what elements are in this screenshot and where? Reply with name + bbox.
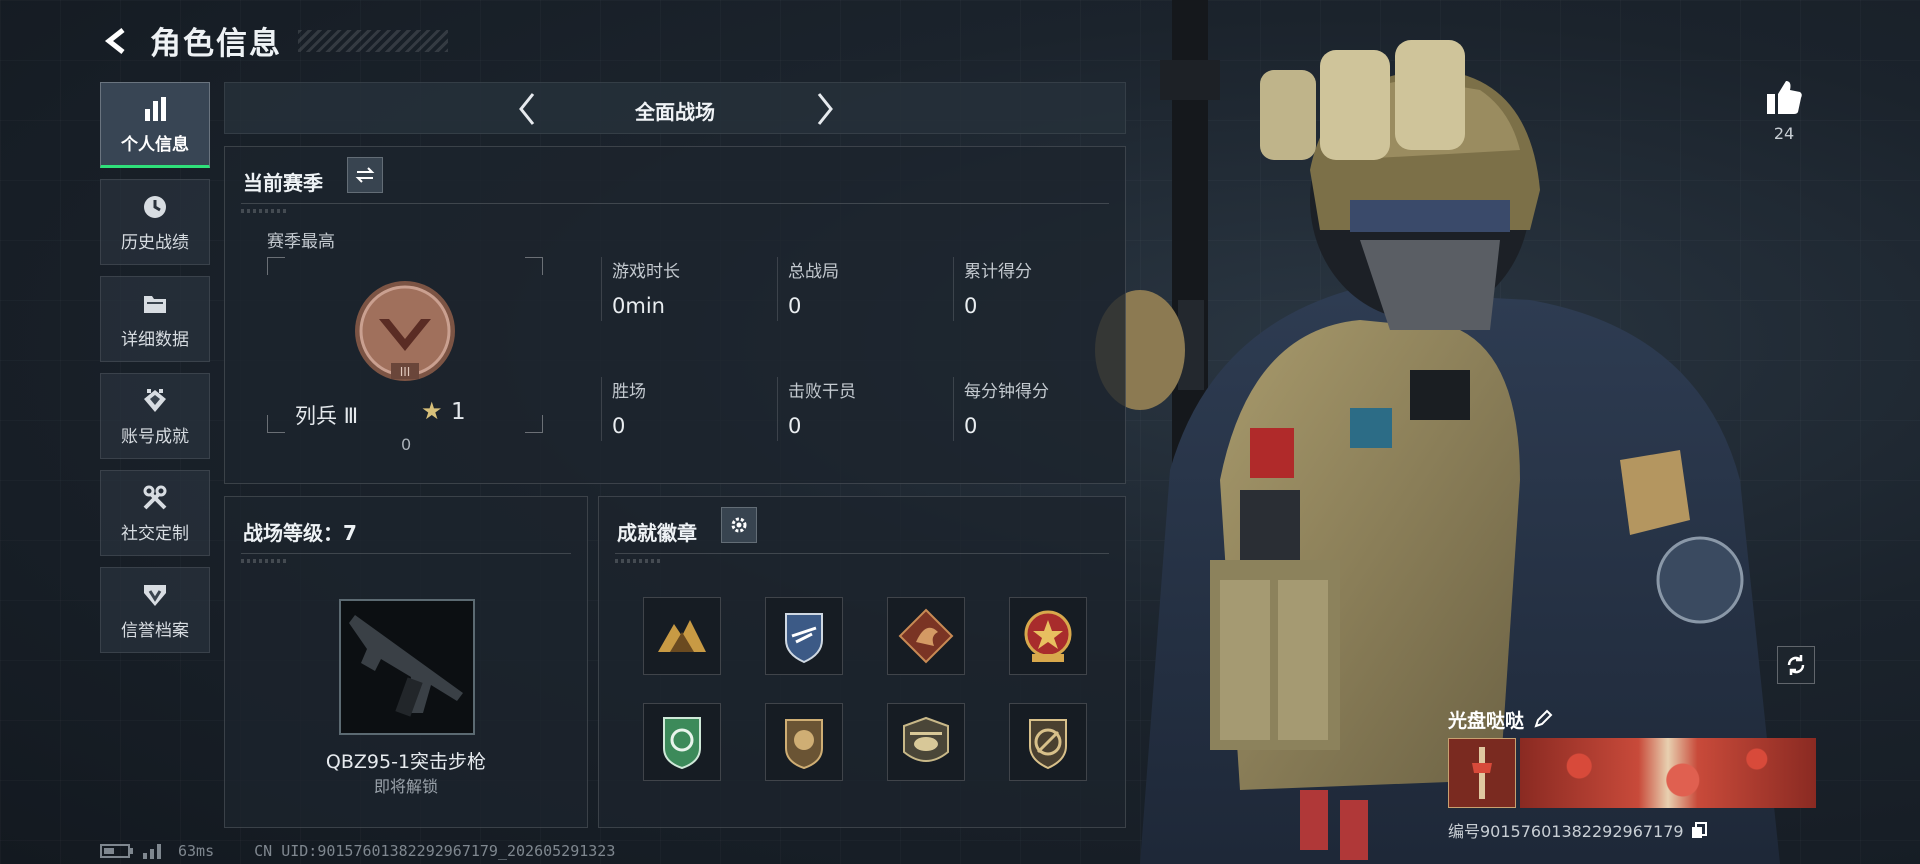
- season-switch-button[interactable]: [347, 157, 383, 193]
- gear-icon: [731, 517, 747, 533]
- stat-wins: 胜场 0: [601, 377, 771, 441]
- badge-dragon-icon[interactable]: [887, 597, 965, 675]
- rank-stars-count: 1: [451, 399, 466, 425]
- nav-item-personal-info[interactable]: 个人信息: [100, 82, 210, 168]
- battery-icon: [100, 844, 133, 858]
- stat-score-per-minute: 每分钟得分 0: [953, 377, 1123, 441]
- bar-chart-icon: [140, 94, 170, 124]
- chevron-right-icon: [817, 93, 833, 125]
- page-title: 角色信息: [150, 26, 282, 62]
- stat-label: 累计得分: [964, 262, 1032, 282]
- badge-blade-shield-icon[interactable]: [1009, 703, 1087, 781]
- player-name: 光盘哒哒: [1448, 709, 1525, 732]
- badges-title: 成就徽章: [617, 521, 697, 545]
- refresh-button[interactable]: [1777, 646, 1815, 684]
- back-button[interactable]: [98, 21, 138, 61]
- nav-label: 信誉档案: [121, 620, 189, 641]
- rank-points: 0: [401, 435, 412, 454]
- nav-label: 社交定制: [121, 523, 189, 544]
- weapon-name: QBZ95-1突击步枪: [325, 751, 487, 773]
- history-clock-icon: [140, 192, 170, 222]
- badge-mountain-icon[interactable]: [643, 597, 721, 675]
- stat-label: 胜场: [612, 382, 646, 402]
- mode-next-button[interactable]: [807, 91, 843, 127]
- nav-label: 账号成就: [121, 426, 189, 447]
- banner-emblem: [1448, 738, 1516, 808]
- stat-value: 0: [964, 294, 978, 318]
- season-panel: 当前赛季 赛季最高 III 列兵 Ⅲ ★ 1 0 游戏时长 0min 总战局 0…: [224, 146, 1126, 484]
- stat-value: 0min: [612, 294, 665, 318]
- badge-star-emblem-icon[interactable]: [1009, 597, 1087, 675]
- badge-helicopter-icon[interactable]: [887, 703, 965, 781]
- badge-green-shield-icon[interactable]: [643, 703, 721, 781]
- stat-total-matches: 总战局 0: [777, 257, 947, 321]
- stat-label: 游戏时长: [612, 262, 680, 282]
- stat-value: 0: [788, 294, 802, 318]
- nav-item-detailed-data[interactable]: 详细数据: [100, 276, 210, 362]
- stat-value: 0: [964, 414, 978, 438]
- nav-label: 详细数据: [121, 329, 189, 350]
- panel-divider: [241, 203, 1109, 213]
- player-card: 光盘哒哒 编号90157601382292967179: [1448, 704, 1816, 842]
- folder-icon: [140, 289, 170, 319]
- like-count: 24: [1773, 124, 1795, 143]
- refresh-icon: [1787, 655, 1805, 675]
- stat-value: 0: [612, 414, 626, 438]
- sidebar-nav: 个人信息 历史战绩 详细数据 账号成就 社交定制 信誉档案: [100, 82, 210, 664]
- credibility-icon: [140, 580, 170, 610]
- edit-name-icon[interactable]: [1532, 708, 1554, 730]
- swap-icon: [355, 167, 375, 183]
- stat-value: 0: [788, 414, 802, 438]
- achievement-icon: [140, 386, 170, 416]
- weapon-card[interactable]: [339, 599, 475, 735]
- status-bar: 63ms CN UID:90157601382292967179_2026052…: [100, 842, 615, 860]
- level-panel: 战场等级：7 QBZ95-1突击步枪 即将解锁: [224, 496, 588, 828]
- nav-item-history[interactable]: 历史战绩: [100, 179, 210, 265]
- mode-selector: 全面战场: [224, 82, 1126, 134]
- ping-value: 63ms: [178, 842, 215, 860]
- uid-text: CN UID:90157601382292967179_202605291323: [254, 842, 616, 860]
- stat-label: 总战局: [788, 262, 839, 282]
- star-icon: ★: [421, 397, 443, 425]
- rifle-icon: [349, 615, 463, 717]
- like-widget[interactable]: 24: [1762, 78, 1806, 143]
- season-peak-label: 赛季最高: [267, 232, 335, 252]
- svg-text:III: III: [400, 365, 411, 379]
- stat-play-time: 游戏时长 0min: [601, 257, 771, 321]
- copy-icon[interactable]: [1690, 821, 1708, 839]
- season-title: 当前赛季: [243, 171, 323, 195]
- weapon-status: 即将解锁: [373, 777, 438, 796]
- nav-item-achievements[interactable]: 账号成就: [100, 373, 210, 459]
- nav-label: 历史战绩: [121, 232, 189, 253]
- nav-item-credibility[interactable]: 信誉档案: [100, 567, 210, 653]
- player-banner[interactable]: [1448, 738, 1816, 808]
- stat-total-score: 累计得分 0: [953, 257, 1123, 321]
- title-decoration: [298, 29, 448, 52]
- nav-item-social-custom[interactable]: 社交定制: [100, 470, 210, 556]
- stat-label: 击败干员: [788, 382, 856, 402]
- rank-name: 列兵 Ⅲ: [295, 404, 359, 428]
- tools-icon: [140, 483, 170, 513]
- signal-icon: [143, 844, 161, 859]
- badges-panel: 成就徽章: [598, 496, 1126, 828]
- banner-art: [1520, 738, 1816, 808]
- stat-kills: 击败干员 0: [777, 377, 947, 441]
- badges-settings-button[interactable]: [721, 507, 757, 543]
- badge-shield-wing-icon[interactable]: [765, 597, 843, 675]
- back-arrow-icon: [104, 27, 125, 54]
- mode-title: 全面战场: [635, 100, 715, 124]
- level-title: 战场等级：7: [243, 521, 357, 545]
- nav-label: 个人信息: [121, 134, 189, 155]
- player-id: 编号90157601382292967179: [1448, 822, 1684, 841]
- badge-lion-shield-icon[interactable]: [765, 703, 843, 781]
- panel-divider: [615, 553, 1109, 563]
- panel-divider: [241, 553, 571, 563]
- rank-medal-icon: III: [355, 281, 455, 381]
- thumbs-up-icon: [1767, 81, 1802, 114]
- stat-label: 每分钟得分: [964, 382, 1049, 402]
